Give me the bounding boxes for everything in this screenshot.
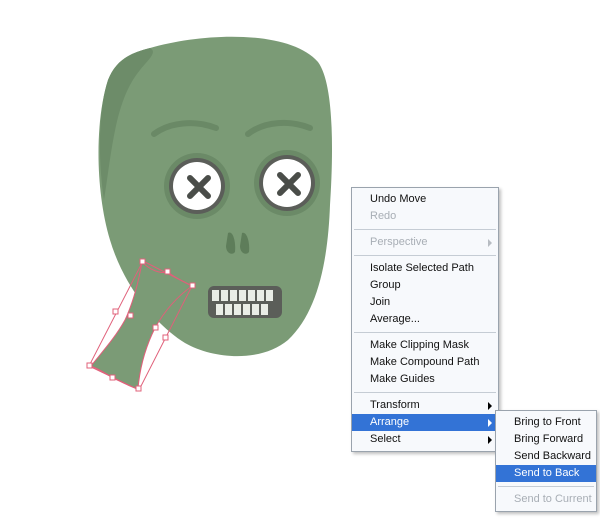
- menu-item-make-clipping-mask[interactable]: Make Clipping Mask: [352, 337, 498, 354]
- menu-item-select[interactable]: Select: [352, 431, 498, 448]
- menu-item-label: Join: [370, 296, 391, 308]
- menu-item-bring-to-front[interactable]: Bring to Front: [496, 414, 596, 431]
- submenu-arrow-icon: [488, 419, 492, 427]
- menu-item-label: Make Compound Path: [370, 356, 480, 368]
- menu-item-label: Make Clipping Mask: [370, 339, 470, 351]
- menu-item-label: Make Guides: [370, 373, 435, 385]
- menu-item-send-to-current: Send to Current: [496, 491, 596, 508]
- menu-item-label: Bring to Front: [514, 416, 581, 428]
- menu-item-bring-forward[interactable]: Bring Forward: [496, 431, 596, 448]
- submenu-arrow-icon: [488, 239, 492, 247]
- menu-item-undo-move[interactable]: Undo Move: [352, 191, 498, 208]
- menu-item-make-compound-path[interactable]: Make Compound Path: [352, 354, 498, 371]
- menu-item-group[interactable]: Group: [352, 277, 498, 294]
- menu-item-transform[interactable]: Transform: [352, 397, 498, 414]
- menu-separator: [354, 332, 496, 333]
- menu-item-label: Send to Current: [514, 493, 592, 505]
- menu-item-label: Bring Forward: [514, 433, 584, 445]
- submenu-arrow-icon: [488, 402, 492, 410]
- context-menu: Undo Move Redo Perspective Isolate Selec…: [351, 187, 499, 452]
- menu-item-make-guides[interactable]: Make Guides: [352, 371, 498, 388]
- arrange-submenu: Bring to Front Bring Forward Send Backwa…: [495, 410, 597, 512]
- menu-separator: [354, 255, 496, 256]
- menu-item-send-backward[interactable]: Send Backward: [496, 448, 596, 465]
- menu-item-send-to-back[interactable]: Send to Back: [496, 465, 596, 482]
- menu-item-join[interactable]: Join: [352, 294, 498, 311]
- submenu-arrow-icon: [488, 436, 492, 444]
- menu-item-label: Isolate Selected Path: [370, 262, 474, 274]
- menu-item-label: Arrange: [370, 416, 410, 428]
- menu-separator: [354, 229, 496, 230]
- menu-item-label: Send Backward: [514, 450, 592, 462]
- menu-item-label: Select: [370, 433, 401, 445]
- menu-item-perspective: Perspective: [352, 234, 498, 251]
- menu-item-label: Send to Back: [514, 467, 580, 479]
- menu-item-label: Perspective: [370, 236, 428, 248]
- menu-item-label: Undo Move: [370, 193, 427, 205]
- menu-item-arrange[interactable]: Arrange: [352, 414, 498, 431]
- menu-item-redo: Redo: [352, 208, 498, 225]
- left-eye: [164, 153, 230, 219]
- right-eye: [254, 150, 320, 216]
- teeth: [208, 286, 282, 318]
- menu-item-label: Average...: [370, 313, 420, 325]
- menu-item-label: Group: [370, 279, 401, 291]
- menu-item-label: Transform: [370, 399, 420, 411]
- menu-item-average[interactable]: Average...: [352, 311, 498, 328]
- menu-item-isolate-selected-path[interactable]: Isolate Selected Path: [352, 260, 498, 277]
- menu-separator: [354, 392, 496, 393]
- menu-item-label: Redo: [370, 210, 397, 222]
- menu-separator: [498, 486, 594, 487]
